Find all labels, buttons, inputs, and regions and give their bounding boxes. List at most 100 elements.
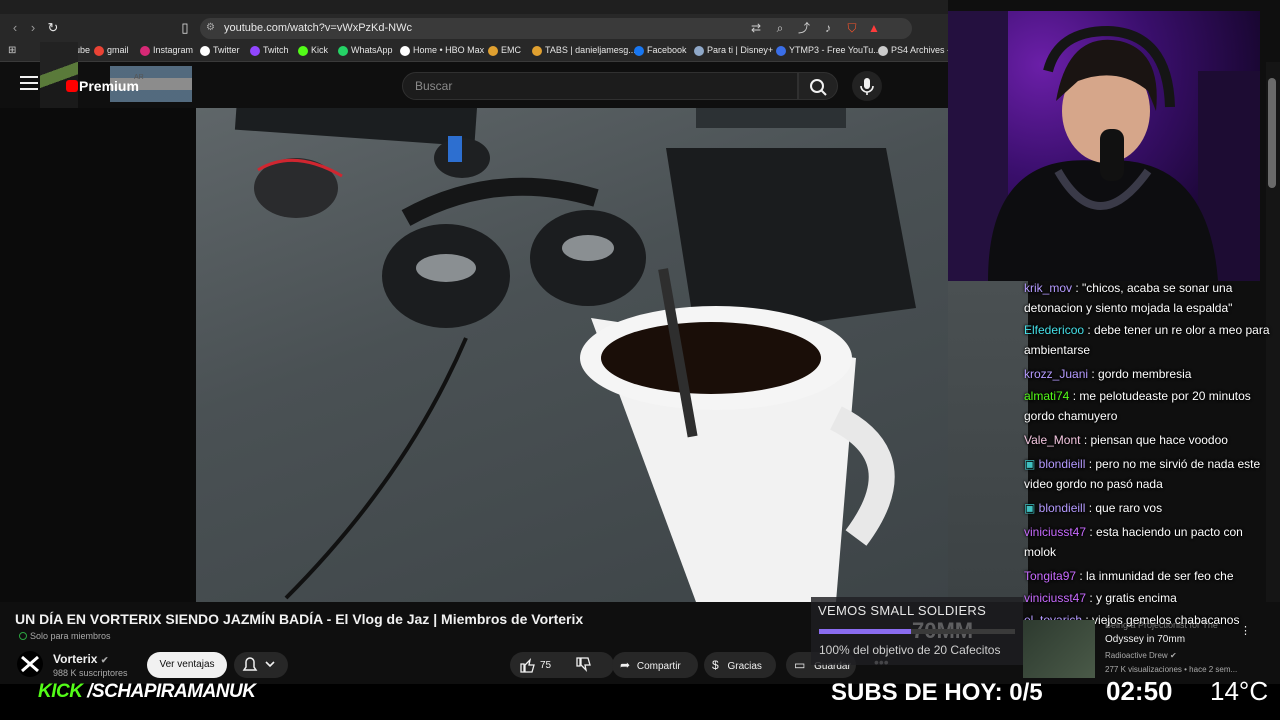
- bookmark-label: Twitch: [263, 45, 289, 55]
- hamburger-menu-icon[interactable]: [20, 76, 38, 92]
- apps-icon[interactable]: ⊞: [8, 45, 16, 56]
- video-player[interactable]: [196, 108, 948, 602]
- bookmark-favicon-icon: [94, 45, 104, 56]
- search-input[interactable]: [402, 72, 798, 100]
- notifications-button[interactable]: [234, 652, 288, 678]
- bookmark-item[interactable]: Home • HBO Max: [400, 45, 484, 56]
- reload-icon[interactable]: ↻: [44, 18, 62, 38]
- music-icon[interactable]: ♪: [820, 20, 836, 36]
- bookmark-label: Kick: [311, 45, 329, 55]
- search-button[interactable]: [798, 72, 838, 100]
- chat-username[interactable]: viniciusst47: [1024, 525, 1086, 539]
- translate-icon[interactable]: ⇄: [748, 20, 764, 36]
- members-icon: [19, 632, 27, 640]
- left-gutter: [0, 108, 196, 602]
- bookmark-label: YTMP3 - Free YouTu...: [789, 45, 881, 55]
- microphone-icon: [860, 78, 874, 95]
- premium-label[interactable]: Premium: [79, 78, 139, 94]
- bookmark-label: Para ti | Disney+: [707, 45, 774, 55]
- bookmark-item[interactable]: PS4 Archives - D: [878, 45, 959, 56]
- video-title: UN DÍA EN VORTERIX SIENDO JAZMÍN BADÍA -…: [15, 611, 584, 627]
- chat-username[interactable]: viniciusst47: [1024, 591, 1086, 605]
- bookmark-label: WhatsApp: [351, 45, 393, 55]
- bookmark-item[interactable]: Para ti | Disney+: [694, 45, 773, 56]
- bookmark-favicon-icon: [488, 45, 498, 56]
- chat-username[interactable]: Tongita97: [1024, 569, 1076, 583]
- forward-icon[interactable]: ›: [24, 18, 42, 38]
- members-only-badge: Solo para miembros: [19, 631, 111, 641]
- bookmark-item[interactable]: Facebook: [634, 45, 687, 56]
- bookmark-label: TABS | danieljamesg...: [545, 45, 636, 55]
- voice-search-button[interactable]: [852, 71, 882, 101]
- bookmark-item[interactable]: TABS | danieljamesg...: [532, 45, 636, 56]
- verified-icon: ✔: [100, 655, 109, 665]
- youtube-logo-icon[interactable]: [66, 80, 78, 92]
- goal-progress-text: 100% del objetivo de 20 Cafecitos: [819, 643, 1001, 657]
- thanks-label: Gracias: [727, 661, 762, 672]
- bookmark-item[interactable]: Kick: [298, 45, 328, 56]
- chat-username[interactable]: almati74: [1024, 389, 1069, 403]
- chat-message: Elfedericoo : debe tener un re olor a me…: [1024, 320, 1270, 360]
- share-button[interactable]: ➦ Compartir: [612, 652, 698, 678]
- like-count: 75: [540, 660, 552, 671]
- zoom-icon[interactable]: ⌕: [772, 20, 788, 36]
- bell-icon: [242, 657, 275, 671]
- bookmark-favicon-icon: [400, 45, 410, 56]
- recommended-more-icon[interactable]: ⋮: [1240, 624, 1251, 637]
- view-perks-button[interactable]: Ver ventajas: [147, 652, 227, 678]
- recommended-video-thumbnail[interactable]: [1023, 620, 1095, 678]
- thumbs-down-icon: [576, 657, 591, 672]
- bookmark-item[interactable]: gmail: [94, 45, 129, 56]
- recommended-video-title[interactable]: Odyssey in 70mm: [1105, 634, 1185, 645]
- chat-username[interactable]: krik_mov: [1024, 281, 1072, 295]
- channel-name[interactable]: Vorterix ✔: [53, 652, 108, 666]
- bookmark-item[interactable]: Twitter: [200, 45, 240, 56]
- thumbs-up-icon: [520, 658, 535, 673]
- chat-text: : la inmunidad de ser feo che: [1079, 569, 1234, 583]
- webcam-scene: [948, 11, 1260, 281]
- verified-icon: ✔: [1169, 651, 1177, 660]
- chat-username[interactable]: krozz_Juani: [1024, 367, 1088, 381]
- share-page-icon[interactable]: ⤴: [796, 20, 812, 36]
- bookmark-favicon-icon: [532, 45, 542, 56]
- share-label: Compartir: [636, 661, 681, 672]
- chat-username[interactable]: Vale_Mont: [1024, 433, 1080, 447]
- bookmark-label: EMC: [501, 45, 521, 55]
- bookmark-item[interactable]: YTMP3 - Free YouTu...: [776, 45, 881, 56]
- brave-shield-icon[interactable]: ⛉: [844, 20, 860, 36]
- thanks-button[interactable]: $ Gracias: [704, 652, 776, 678]
- goal-title: VEMOS SMALL SOLDIERS: [818, 603, 987, 618]
- temperature: 14°C: [1210, 676, 1269, 706]
- chat-text: : que raro vos: [1088, 501, 1163, 515]
- like-button[interactable]: [518, 656, 536, 679]
- bookmark-icon[interactable]: ▯: [176, 18, 194, 38]
- chat-username[interactable]: blondieill: [1039, 457, 1086, 471]
- bookmark-item[interactable]: EMC: [488, 45, 521, 56]
- bookmark-favicon-icon: [250, 45, 260, 56]
- bookmark-item[interactable]: Twitch: [250, 45, 289, 56]
- chat-username[interactable]: Elfedericoo: [1024, 323, 1084, 337]
- bookmark-favicon-icon: [694, 45, 704, 56]
- chat-text: : piensan que hace voodoo: [1083, 433, 1228, 447]
- rewards-icon[interactable]: ▲: [866, 20, 882, 36]
- search-icon: [810, 79, 827, 96]
- kick-logo-text: KICK: [38, 681, 83, 702]
- chat-message: almati74 : me pelotudeaste por 20 minuto…: [1024, 386, 1270, 426]
- search-placeholder: Buscar: [415, 79, 453, 93]
- scrollbar-thumb[interactable]: [1268, 78, 1276, 188]
- dislike-button[interactable]: [574, 656, 592, 679]
- site-info-icon[interactable]: ⚙: [206, 22, 215, 33]
- bookmark-item[interactable]: Instagram: [140, 45, 193, 56]
- chat-message: viniciusst47 : y gratis encima: [1024, 588, 1270, 608]
- video-frame-right: [948, 280, 1028, 602]
- bookmark-label: Facebook: [647, 45, 687, 55]
- back-icon[interactable]: ‹: [6, 18, 24, 38]
- chat-message: krozz_Juani : gordo membresia: [1024, 364, 1270, 384]
- bookmark-favicon-icon: [140, 45, 150, 56]
- chat-username[interactable]: blondieill: [1039, 501, 1086, 515]
- share-icon: ➦: [620, 658, 631, 672]
- bookmark-item[interactable]: WhatsApp: [338, 45, 393, 56]
- bookmark-label: Twitter: [213, 45, 240, 55]
- chat-message: viniciusst47 : esta haciendo un pacto co…: [1024, 522, 1270, 562]
- channel-avatar[interactable]: [17, 651, 43, 677]
